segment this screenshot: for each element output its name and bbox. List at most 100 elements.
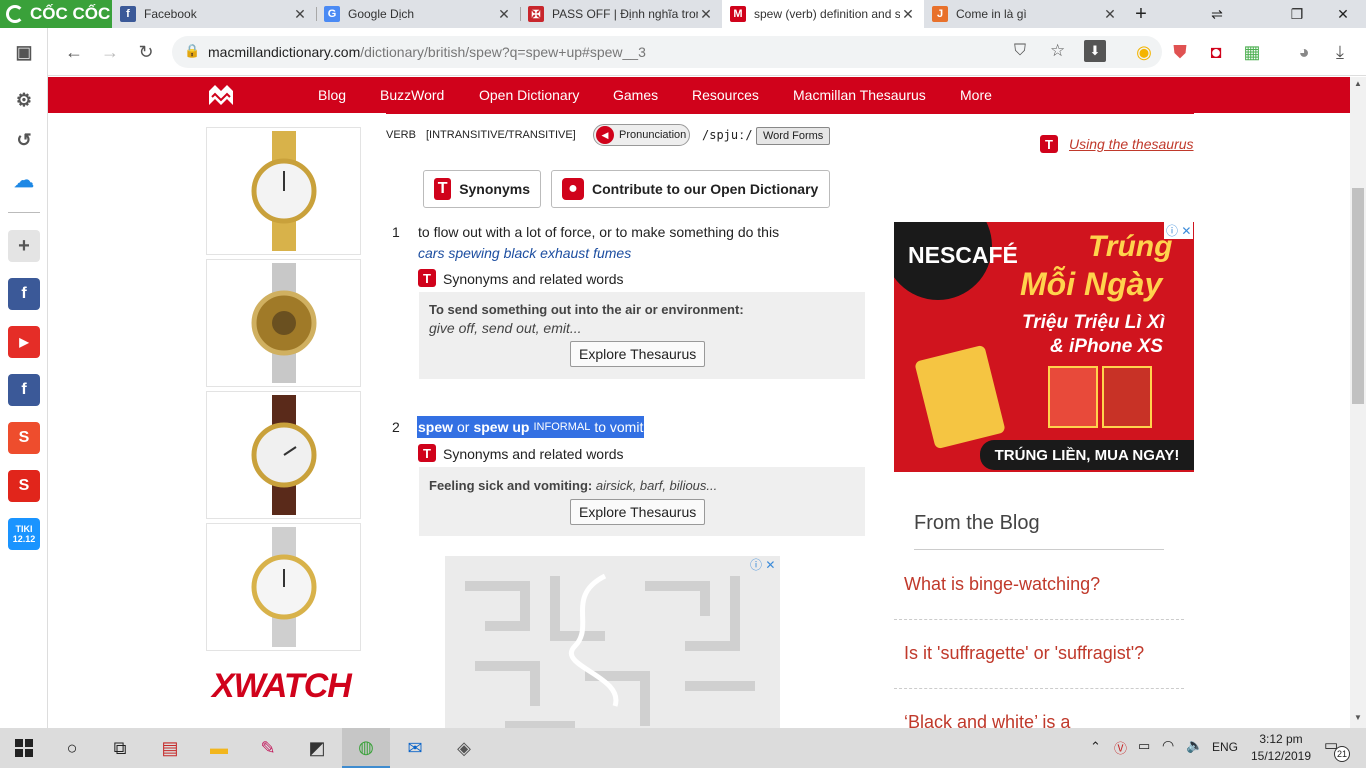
synonyms-button[interactable]: T Synonyms xyxy=(423,170,541,208)
shield-icon[interactable]: ⛉ xyxy=(1014,42,1026,60)
adchoices-icon[interactable]: ⓘ ✕ xyxy=(750,556,775,573)
tab-spew-active[interactable]: M spew (verb) definition and s ✕ xyxy=(722,0,924,28)
adchoices-icon[interactable]: ⓘ ✕ xyxy=(1164,222,1194,239)
coccoc-taskbar-icon[interactable]: ◍ xyxy=(342,728,390,768)
tray-wifi-icon[interactable]: ◠ xyxy=(1162,737,1174,754)
nav-games[interactable]: Games xyxy=(613,87,658,103)
tiki-shortcut-icon[interactable]: TIKI 12.12 xyxy=(8,518,40,550)
tab-facebook[interactable]: f Facebook ✕ xyxy=(112,0,316,28)
sense-definition: to vomit xyxy=(594,419,644,435)
close-tab-icon[interactable]: ✕ xyxy=(496,6,512,23)
extension-shield-icon[interactable]: ⛊ xyxy=(1162,28,1198,76)
downloads-icon[interactable]: ⤓ xyxy=(1322,28,1358,76)
product-pack xyxy=(1048,366,1098,428)
scroll-up-icon[interactable]: ▲ xyxy=(1354,79,1362,88)
settings-gear-icon[interactable]: ⚙ xyxy=(8,84,40,116)
address-bar[interactable]: 🔒 macmillandictionary.com/dictionary/bri… xyxy=(172,36,1162,68)
tab-pass-off[interactable]: ✠ PASS OFF | Định nghĩa trong ✕ xyxy=(520,0,722,28)
messenger-icon[interactable]: ☁ xyxy=(8,164,40,196)
shopee-shortcut-icon[interactable]: S xyxy=(8,422,40,454)
extension-grid-icon[interactable]: ▦ xyxy=(1234,28,1270,76)
download-page-icon[interactable]: ⬇ xyxy=(1084,40,1106,62)
extension-chrome-icon[interactable]: ◉ xyxy=(1126,28,1162,76)
watch-ad-1[interactable] xyxy=(206,127,361,255)
new-tab-icon[interactable]: + xyxy=(1118,0,1164,28)
extension-red-icon[interactable]: ◘ xyxy=(1198,28,1234,76)
coccoc-brand[interactable]: CỐC CỐC xyxy=(0,0,112,28)
nav-buzzword[interactable]: BuzzWord xyxy=(380,87,444,103)
pronunciation-button[interactable]: ◀ Pronunciation xyxy=(593,124,690,146)
macmillan-logo-icon[interactable] xyxy=(208,83,234,107)
history-icon[interactable]: ↺ xyxy=(8,124,40,156)
clock-date[interactable]: 15/12/2019 xyxy=(1250,749,1312,763)
tab-search-icon[interactable]: ⇌ xyxy=(1194,0,1240,28)
nav-more[interactable]: More xyxy=(960,87,992,103)
facebook-shortcut-2-icon[interactable]: f xyxy=(8,374,40,406)
synonyms-related-label[interactable]: Synonyms and related words xyxy=(443,446,624,462)
file-explorer-icon[interactable]: ▬ xyxy=(195,728,243,768)
close-tab-icon[interactable]: ✕ xyxy=(698,6,714,23)
add-shortcut-icon[interactable]: + xyxy=(8,230,40,262)
back-icon[interactable]: ← xyxy=(56,28,92,76)
nav-open-dictionary[interactable]: Open Dictionary xyxy=(479,87,579,103)
tab-google-dich[interactable]: G Google Dịch ✕ xyxy=(316,0,520,28)
youtube-shortcut-icon[interactable]: ▶ xyxy=(8,326,40,358)
close-window-icon[interactable]: ✕ xyxy=(1320,0,1366,28)
watch-ad-4[interactable] xyxy=(206,523,361,651)
blog-post-link[interactable]: Is it 'suffragette' or 'suffragist'? xyxy=(904,643,1144,664)
nav-resources[interactable]: Resources xyxy=(692,87,759,103)
task-view-icon[interactable]: ⧉ xyxy=(96,728,144,768)
contribute-button[interactable]: ● Contribute to our Open Dictionary xyxy=(551,170,830,208)
nescafe-ad[interactable]: NESCAFÉ Trúng Mỗi Ngày Triệu Triệu Lì Xì… xyxy=(894,222,1194,472)
scroll-down-icon[interactable]: ▼ xyxy=(1354,713,1362,722)
using-thesaurus-link[interactable]: Using the thesaurus xyxy=(1069,136,1194,152)
j-site-icon: J xyxy=(932,6,948,22)
close-tab-icon[interactable]: ✕ xyxy=(292,6,308,23)
paint-app-icon[interactable]: ✎ xyxy=(244,728,292,768)
sendo-shortcut-icon[interactable]: S xyxy=(8,470,40,502)
thesaurus-box: Feeling sick and vomiting: airsick, barf… xyxy=(419,467,865,536)
nav-macmillan-thesaurus[interactable]: Macmillan Thesaurus xyxy=(793,87,926,103)
sticky-notes-icon[interactable]: ◩ xyxy=(293,728,341,768)
watch-ad-2[interactable] xyxy=(206,259,361,387)
nav-blog[interactable]: Blog xyxy=(318,87,346,103)
explore-thesaurus-button[interactable]: Explore Thesaurus xyxy=(570,341,706,367)
synonyms-related-label[interactable]: Synonyms and related words xyxy=(443,271,624,287)
url-path: /dictionary/british/spew?q=spew+up#spew_… xyxy=(360,44,646,60)
content-top-rule xyxy=(386,113,1194,114)
facebook-shortcut-icon[interactable]: f xyxy=(8,278,40,310)
blog-post-link[interactable]: ‘Black and white’ is a xyxy=(904,712,1070,728)
blog-post-link[interactable]: What is binge-watching? xyxy=(904,574,1100,595)
maze-ad[interactable]: ⓘ ✕ xyxy=(445,556,780,728)
url-text[interactable]: macmillandictionary.com/dictionary/briti… xyxy=(208,44,646,60)
app-misc-icon[interactable]: ◈ xyxy=(440,728,488,768)
part-of-speech: VERB xyxy=(386,129,416,141)
tab-come-in[interactable]: J Come in là gì ✕ xyxy=(924,0,1126,28)
explore-thesaurus-button[interactable]: Explore Thesaurus xyxy=(570,499,706,525)
clock-time[interactable]: 3:12 pm xyxy=(1250,732,1312,746)
tray-battery-icon[interactable]: ▭ xyxy=(1138,738,1150,754)
tray-volume-icon[interactable]: 🔈 xyxy=(1186,737,1203,754)
pronunciation-text: /spjuː/ xyxy=(702,128,753,142)
bookmark-star-icon[interactable]: ☆ xyxy=(1050,41,1065,61)
watch-ad-3[interactable] xyxy=(206,391,361,519)
close-tab-icon[interactable]: ✕ xyxy=(1102,6,1118,23)
sidebar-toggle-icon[interactable]: ▣ xyxy=(8,36,40,68)
tray-language[interactable]: ENG xyxy=(1212,740,1238,754)
close-tab-icon[interactable]: ✕ xyxy=(900,6,916,23)
lock-icon[interactable]: 🔒 xyxy=(184,43,200,59)
forward-icon[interactable]: → xyxy=(92,28,128,76)
outlook-icon[interactable]: ✉ xyxy=(391,728,439,768)
tray-chevron-icon[interactable]: ⌃ xyxy=(1090,739,1101,755)
word-forms-button[interactable]: Word Forms xyxy=(756,127,831,145)
app-calendar-icon[interactable]: ▤ xyxy=(146,728,194,768)
reload-icon[interactable]: ↻ xyxy=(128,28,164,76)
google-translate-icon: G xyxy=(324,6,340,22)
scrollbar-thumb[interactable] xyxy=(1352,188,1364,404)
xwatch-logo[interactable]: XWATCH xyxy=(212,667,352,706)
restore-window-icon[interactable]: ❐ xyxy=(1274,0,1320,28)
search-circle-icon[interactable]: ○ xyxy=(48,728,96,768)
tray-v-icon[interactable]: Ⓥ xyxy=(1114,738,1127,757)
windows-start-icon[interactable] xyxy=(0,728,48,768)
avatar[interactable]: ◕ xyxy=(1286,28,1322,76)
